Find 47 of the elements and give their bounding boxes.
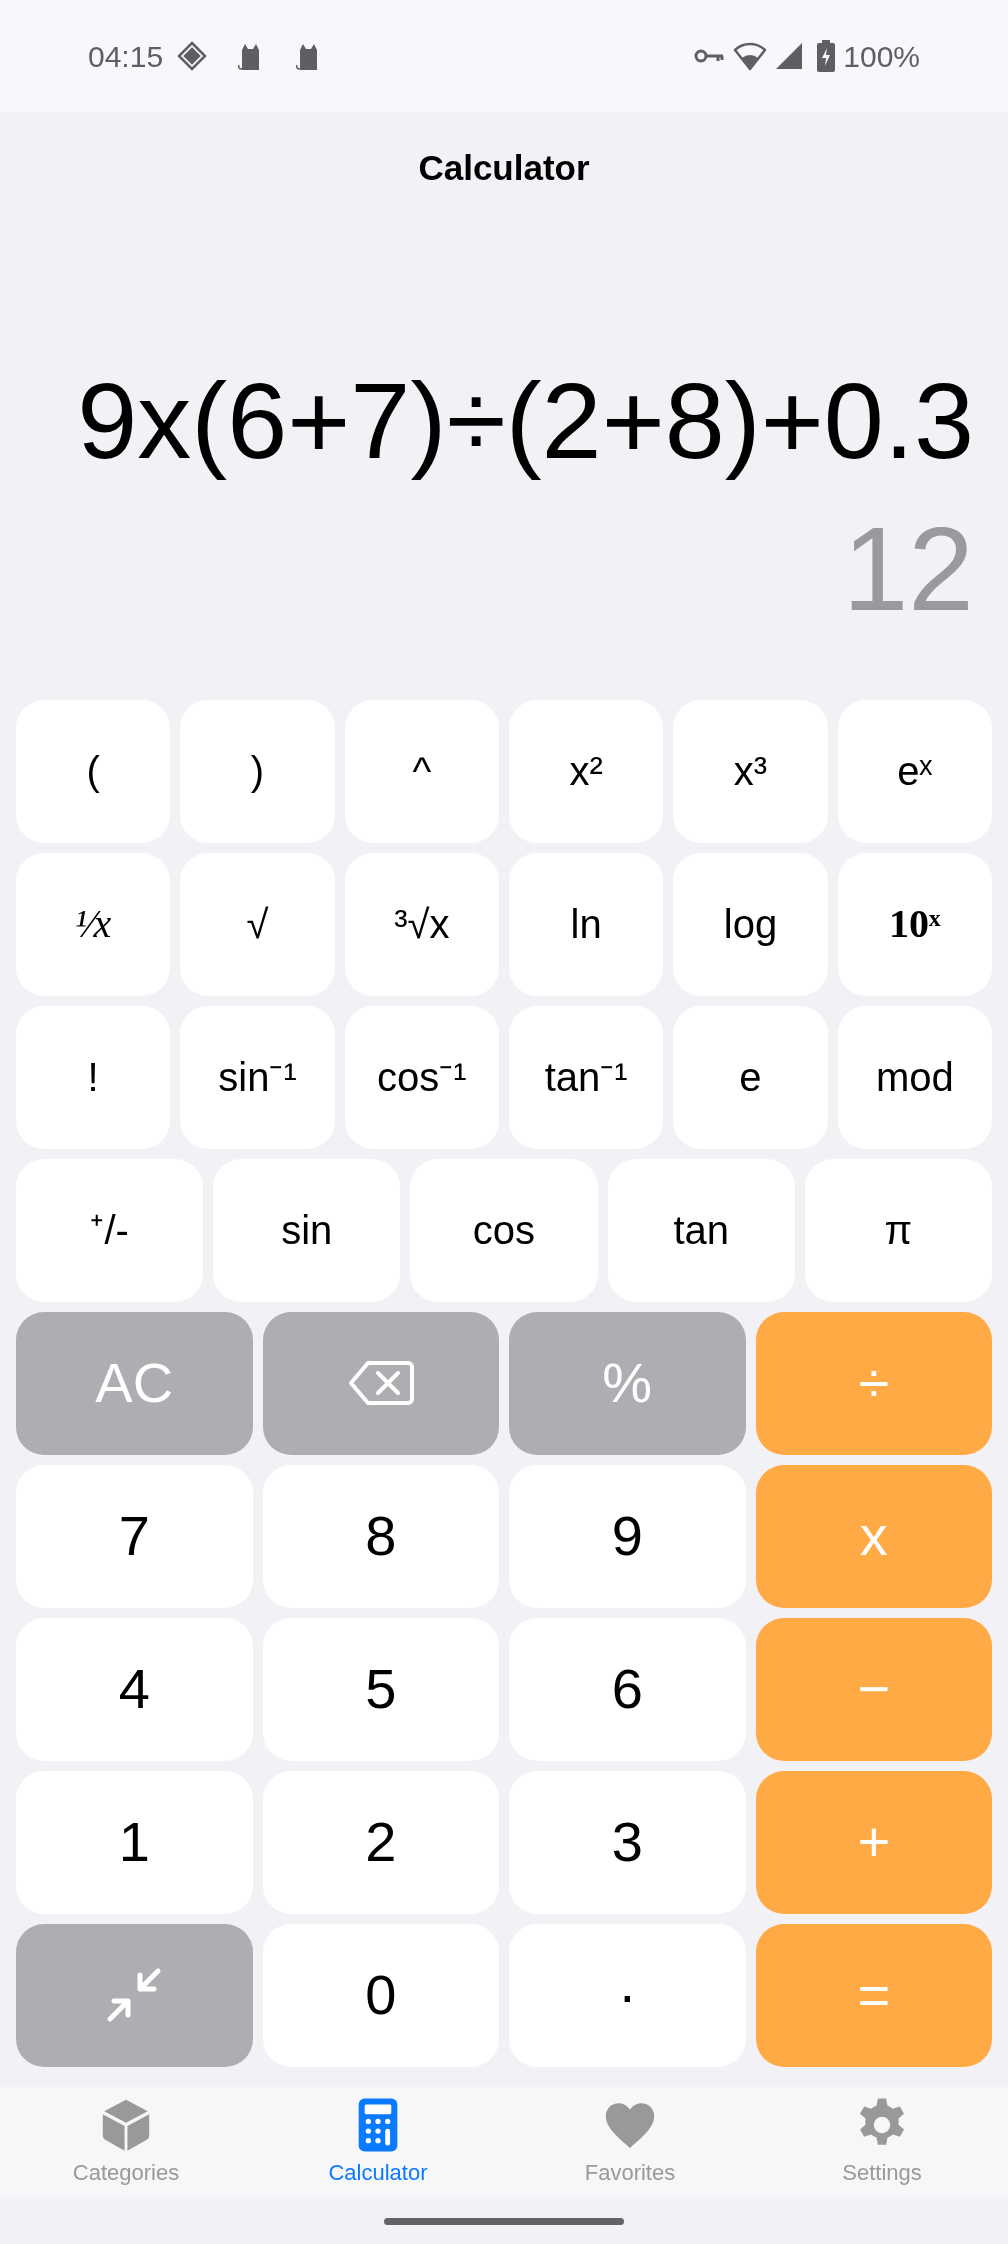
key-button[interactable]: ^ [344, 699, 499, 843]
status-time: 04:15 [88, 38, 164, 75]
key-button[interactable]: 1 [16, 1770, 253, 1914]
key-button[interactable]: x² [509, 699, 664, 843]
key-button[interactable]: 5 [262, 1617, 499, 1761]
key-button[interactable]: ln [509, 852, 664, 996]
battery-icon [817, 40, 836, 72]
backspace-icon [347, 1359, 414, 1407]
key-button[interactable]: ¹⁄x [16, 852, 171, 996]
battery-percentage: 100% [843, 38, 920, 75]
key-button[interactable]: eˣ [837, 699, 992, 843]
key-button[interactable]: 0 [262, 1923, 499, 2067]
key-button[interactable]: x³ [673, 699, 828, 843]
result-text: 12 [842, 503, 974, 634]
key-button[interactable]: cos⁻¹ [344, 1005, 499, 1149]
expression-text: 9x(6+7)÷(2+8)+0.3 [77, 358, 974, 483]
key-button[interactable]: cos [410, 1158, 598, 1302]
key-button[interactable]: tan [607, 1158, 795, 1302]
key-button[interactable]: 10ˣ [837, 852, 992, 996]
key-button[interactable]: 6 [509, 1617, 746, 1761]
key-button[interactable]: 9 [509, 1464, 746, 1608]
key-button[interactable]: √ [180, 852, 335, 996]
tab-button[interactable]: Calculator [252, 2086, 504, 2199]
key-button[interactable]: e [673, 1005, 828, 1149]
key-button[interactable]: 3 [509, 1770, 746, 1914]
key-button[interactable]: π [804, 1158, 992, 1302]
key-button[interactable]: ⁺/- [16, 1158, 204, 1302]
key-button[interactable]: ) [180, 699, 335, 843]
key-button[interactable]: mod [837, 1005, 992, 1149]
key-button[interactable]: 8 [262, 1464, 499, 1608]
key-button[interactable]: sin [213, 1158, 401, 1302]
key-button[interactable]: · [509, 1923, 746, 2067]
key-button[interactable]: ( [16, 699, 171, 843]
wifi-icon [733, 41, 768, 71]
diamond-icon [177, 41, 208, 71]
key-button[interactable]: log [673, 852, 828, 996]
key-button[interactable] [16, 1923, 253, 2067]
key-button[interactable]: 2 [262, 1770, 499, 1914]
key-button[interactable]: tan⁻¹ [509, 1005, 664, 1149]
key-button[interactable]: ! [16, 1005, 171, 1149]
screen-title: Calculator [418, 147, 590, 189]
key-button[interactable]: 4 [16, 1617, 253, 1761]
key-button[interactable]: sin⁻¹ [180, 1005, 335, 1149]
key-button[interactable]: 7 [16, 1464, 253, 1608]
signal-icon [775, 42, 804, 70]
key-button[interactable]: ³√x [344, 852, 499, 996]
key-button[interactable] [262, 1311, 499, 1455]
